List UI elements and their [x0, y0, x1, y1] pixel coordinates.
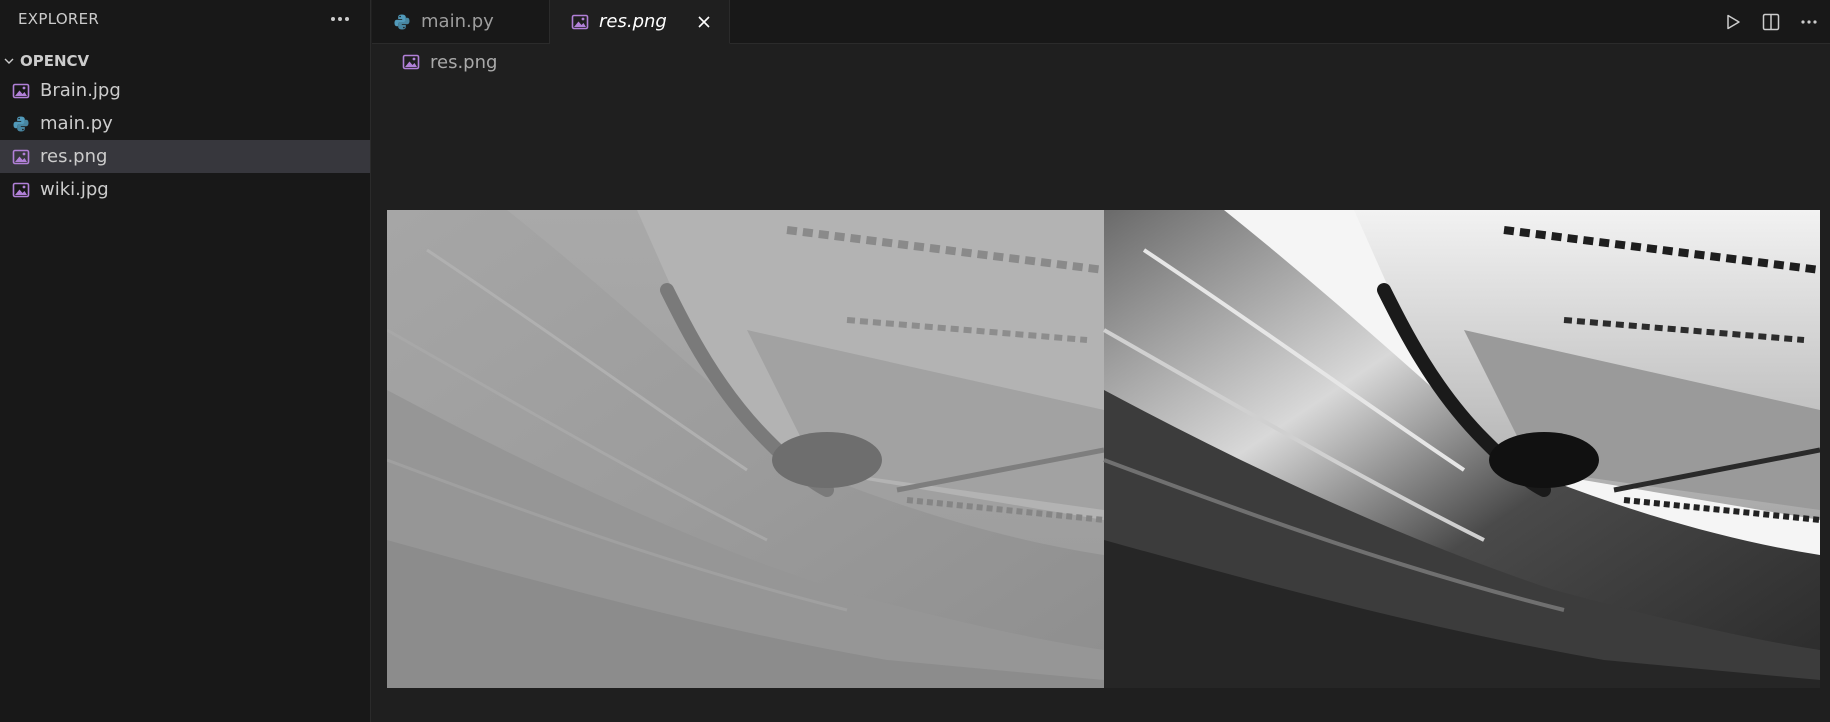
folder-opencv[interactable]: OPENCV	[0, 48, 370, 74]
tab-label: main.py	[421, 11, 494, 32]
res-png-image	[387, 210, 1820, 688]
tab-label: res.png	[599, 11, 667, 32]
file-item-main-py[interactable]: main.py	[0, 107, 370, 140]
equalized-image	[1103, 210, 1820, 688]
explorer-sidebar: EXPLORER OPENCV Brain.jpg main.py res.pn…	[0, 0, 371, 722]
tab-main-py[interactable]: main.py	[372, 0, 550, 43]
image-file-icon	[571, 14, 589, 29]
file-name: res.png	[40, 146, 108, 167]
tab-bar: main.py res.png	[372, 0, 1830, 44]
tab-res-png[interactable]: res.png	[550, 0, 730, 44]
split-editor-icon[interactable]	[1758, 9, 1784, 35]
breadcrumb[interactable]: res.png	[372, 44, 1830, 80]
image-file-icon	[12, 149, 30, 164]
file-name: main.py	[40, 113, 113, 134]
editor-area: main.py res.png res.png	[372, 0, 1830, 722]
file-item-res-png[interactable]: res.png	[0, 140, 370, 173]
file-item-brain-jpg[interactable]: Brain.jpg	[0, 74, 370, 107]
vscode-window: EXPLORER OPENCV Brain.jpg main.py res.pn…	[0, 0, 1830, 722]
python-file-icon	[394, 14, 410, 29]
explorer-title: EXPLORER	[18, 10, 100, 28]
image-file-icon	[402, 54, 420, 70]
editor-actions	[1720, 0, 1822, 44]
file-item-wiki-jpg[interactable]: wiki.jpg	[0, 173, 370, 206]
more-horizontal-icon[interactable]	[1796, 9, 1822, 35]
file-tree: Brain.jpg main.py res.png wiki.jpg	[0, 74, 370, 206]
explorer-header: EXPLORER	[0, 0, 370, 38]
original-image	[387, 210, 1105, 688]
python-file-icon	[13, 116, 29, 131]
file-name: wiki.jpg	[40, 179, 109, 200]
play-icon[interactable]	[1720, 9, 1746, 35]
image-preview[interactable]	[387, 210, 1820, 688]
folder-name: OPENCV	[20, 52, 90, 70]
close-icon[interactable]	[693, 11, 715, 33]
more-horizontal-icon[interactable]	[328, 7, 352, 31]
image-file-icon	[12, 83, 30, 98]
breadcrumb-file: res.png	[430, 51, 498, 73]
file-name: Brain.jpg	[40, 80, 121, 101]
chevron-down-icon	[4, 58, 14, 64]
image-file-icon	[12, 182, 30, 197]
